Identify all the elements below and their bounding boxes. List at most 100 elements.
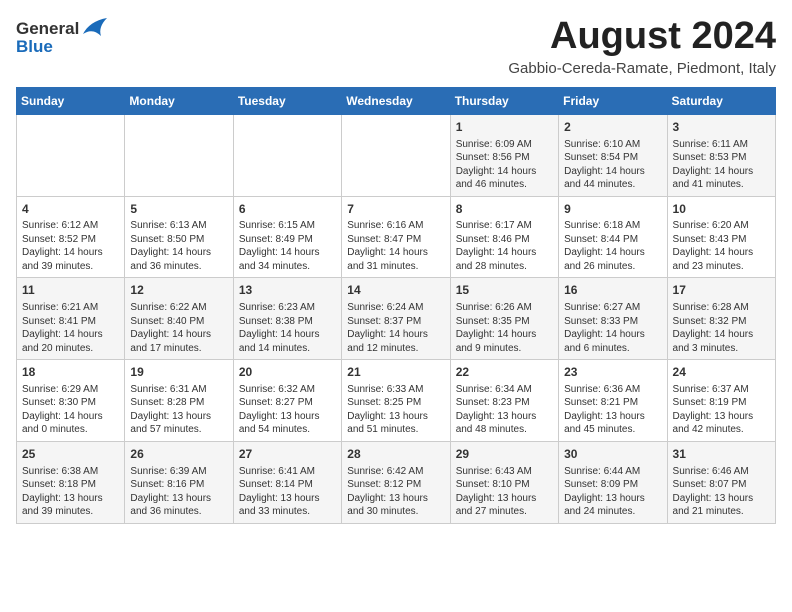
day-content: Sunrise: 6:16 AMSunset: 8:47 PMDaylight:…	[347, 219, 444, 273]
calendar-cell: 26Sunrise: 6:39 AMSunset: 8:16 PMDayligh…	[125, 441, 233, 523]
day-number: 8	[456, 201, 553, 218]
calendar-week-row: 25 Sunrise: 6:38 AMSunset: 8:18 PMDayligh…	[17, 441, 776, 523]
day-content: Sunrise: 6:42 AMSunset: 8:12 PMDaylight:…	[347, 465, 444, 519]
calendar-cell: 31 Sunrise: 6:46 AMSunset: 8:07 PMDayligh…	[667, 441, 775, 523]
logo-blue: Blue	[16, 38, 53, 57]
calendar-cell: 4Sunrise: 6:12 AMSunset: 8:52 PMDaylight…	[17, 196, 125, 278]
location-subtitle: Gabbio-Cereda-Ramate, Piedmont, Italy	[508, 60, 776, 77]
day-content: Sunrise: 6:34 AMSunset: 8:23 PMDaylight:…	[456, 383, 553, 437]
calendar-cell: 6Sunrise: 6:15 AMSunset: 8:49 PMDaylight…	[233, 196, 341, 278]
day-content: Sunrise: 6:18 AMSunset: 8:44 PMDaylight:…	[564, 219, 661, 273]
day-content: Sunrise: 6:39 AMSunset: 8:16 PMDaylight:…	[130, 465, 227, 519]
day-number: 19	[130, 364, 227, 381]
day-number: 28	[347, 446, 444, 463]
day-number: 5	[130, 201, 227, 218]
calendar-week-row: 18 Sunrise: 6:29 AMSunset: 8:30 PMDayligh…	[17, 360, 776, 442]
day-content: Sunrise: 6:12 AMSunset: 8:52 PMDaylight:…	[22, 219, 119, 273]
day-number: 21	[347, 364, 444, 381]
calendar-cell: 1Sunrise: 6:09 AMSunset: 8:56 PMDaylight…	[450, 114, 558, 196]
logo-general: General	[16, 20, 79, 39]
logo: General Blue	[16, 16, 109, 57]
calendar-cell: 15 Sunrise: 6:26 AMSunset: 8:35 PMDayligh…	[450, 278, 558, 360]
calendar-cell: 9Sunrise: 6:18 AMSunset: 8:44 PMDaylight…	[559, 196, 667, 278]
day-content: Sunrise: 6:10 AMSunset: 8:54 PMDaylight:…	[564, 138, 661, 192]
day-number: 10	[673, 201, 770, 218]
calendar-cell: 27Sunrise: 6:41 AMSunset: 8:14 PMDayligh…	[233, 441, 341, 523]
day-content: Sunrise: 6:24 AMSunset: 8:37 PMDaylight:…	[347, 301, 444, 355]
day-number: 24	[673, 364, 770, 381]
calendar-cell: 16Sunrise: 6:27 AMSunset: 8:33 PMDayligh…	[559, 278, 667, 360]
logo-bird-icon	[81, 16, 109, 42]
day-content: Sunrise: 6:41 AMSunset: 8:14 PMDaylight:…	[239, 465, 336, 519]
calendar-cell: 19 Sunrise: 6:31 AMSunset: 8:28 PMDayligh…	[125, 360, 233, 442]
day-number: 31	[673, 446, 770, 463]
day-content: Sunrise: 6:46 AMSunset: 8:07 PMDaylight:…	[673, 465, 770, 519]
day-number: 14	[347, 282, 444, 299]
calendar-cell: 3 Sunrise: 6:11 AMSunset: 8:53 PMDaylight…	[667, 114, 775, 196]
day-number: 2	[564, 119, 661, 136]
header: General Blue August 2024 Gabbio-Cereda-R…	[16, 16, 776, 77]
weekday-header-sunday: Sunday	[17, 87, 125, 114]
day-content: Sunrise: 6:33 AMSunset: 8:25 PMDaylight:…	[347, 383, 444, 437]
weekday-header-monday: Monday	[125, 87, 233, 114]
day-content: Sunrise: 6:17 AMSunset: 8:46 PMDaylight:…	[456, 219, 553, 273]
calendar-cell: 10Sunrise: 6:20 AMSunset: 8:43 PMDayligh…	[667, 196, 775, 278]
day-number: 4	[22, 201, 119, 218]
day-number: 25	[22, 446, 119, 463]
day-number: 23	[564, 364, 661, 381]
day-content: Sunrise: 6:26 AMSunset: 8:35 PMDaylight:…	[456, 301, 553, 355]
day-content: Sunrise: 6:38 AMSunset: 8:18 PMDaylight:…	[22, 465, 119, 519]
calendar-week-row: 1Sunrise: 6:09 AMSunset: 8:56 PMDaylight…	[17, 114, 776, 196]
day-content: Sunrise: 6:20 AMSunset: 8:43 PMDaylight:…	[673, 219, 770, 273]
calendar-cell: 14 Sunrise: 6:24 AMSunset: 8:37 PMDayligh…	[342, 278, 450, 360]
calendar-cell: 2 Sunrise: 6:10 AMSunset: 8:54 PMDaylight…	[559, 114, 667, 196]
day-number: 9	[564, 201, 661, 218]
day-content: Sunrise: 6:37 AMSunset: 8:19 PMDaylight:…	[673, 383, 770, 437]
day-content: Sunrise: 6:36 AMSunset: 8:21 PMDaylight:…	[564, 383, 661, 437]
day-number: 15	[456, 282, 553, 299]
day-content: Sunrise: 6:31 AMSunset: 8:28 PMDaylight:…	[130, 383, 227, 437]
calendar-cell: 28 Sunrise: 6:42 AMSunset: 8:12 PMDayligh…	[342, 441, 450, 523]
month-year-title: August 2024	[508, 16, 776, 58]
day-content: Sunrise: 6:44 AMSunset: 8:09 PMDaylight:…	[564, 465, 661, 519]
day-content: Sunrise: 6:32 AMSunset: 8:27 PMDaylight:…	[239, 383, 336, 437]
weekday-header-wednesday: Wednesday	[342, 87, 450, 114]
calendar-cell: 20Sunrise: 6:32 AMSunset: 8:27 PMDayligh…	[233, 360, 341, 442]
calendar-cell	[17, 114, 125, 196]
day-number: 7	[347, 201, 444, 218]
calendar-cell: 23 Sunrise: 6:36 AMSunset: 8:21 PMDayligh…	[559, 360, 667, 442]
day-number: 17	[673, 282, 770, 299]
day-content: Sunrise: 6:29 AMSunset: 8:30 PMDaylight:…	[22, 383, 119, 437]
day-content: Sunrise: 6:23 AMSunset: 8:38 PMDaylight:…	[239, 301, 336, 355]
weekday-header-thursday: Thursday	[450, 87, 558, 114]
day-content: Sunrise: 6:27 AMSunset: 8:33 PMDaylight:…	[564, 301, 661, 355]
calendar-cell: 22 Sunrise: 6:34 AMSunset: 8:23 PMDayligh…	[450, 360, 558, 442]
calendar-week-row: 11 Sunrise: 6:21 AMSunset: 8:41 PMDayligh…	[17, 278, 776, 360]
day-number: 11	[22, 282, 119, 299]
day-number: 1	[456, 119, 553, 136]
calendar-cell: 11 Sunrise: 6:21 AMSunset: 8:41 PMDayligh…	[17, 278, 125, 360]
calendar-cell	[233, 114, 341, 196]
calendar-cell: 8Sunrise: 6:17 AMSunset: 8:46 PMDaylight…	[450, 196, 558, 278]
calendar-cell	[125, 114, 233, 196]
day-number: 18	[22, 364, 119, 381]
day-number: 22	[456, 364, 553, 381]
day-content: Sunrise: 6:43 AMSunset: 8:10 PMDaylight:…	[456, 465, 553, 519]
day-number: 6	[239, 201, 336, 218]
day-number: 13	[239, 282, 336, 299]
calendar-cell: 17 Sunrise: 6:28 AMSunset: 8:32 PMDayligh…	[667, 278, 775, 360]
calendar-cell: 25 Sunrise: 6:38 AMSunset: 8:18 PMDayligh…	[17, 441, 125, 523]
day-content: Sunrise: 6:11 AMSunset: 8:53 PMDaylight:…	[673, 138, 770, 192]
day-number: 3	[673, 119, 770, 136]
weekday-header-friday: Friday	[559, 87, 667, 114]
day-content: Sunrise: 6:15 AMSunset: 8:49 PMDaylight:…	[239, 219, 336, 273]
calendar-cell: 18 Sunrise: 6:29 AMSunset: 8:30 PMDayligh…	[17, 360, 125, 442]
day-content: Sunrise: 6:28 AMSunset: 8:32 PMDaylight:…	[673, 301, 770, 355]
calendar-cell	[342, 114, 450, 196]
day-number: 12	[130, 282, 227, 299]
calendar-week-row: 4Sunrise: 6:12 AMSunset: 8:52 PMDaylight…	[17, 196, 776, 278]
day-content: Sunrise: 6:22 AMSunset: 8:40 PMDaylight:…	[130, 301, 227, 355]
day-content: Sunrise: 6:21 AMSunset: 8:41 PMDaylight:…	[22, 301, 119, 355]
calendar-table: SundayMondayTuesdayWednesdayThursdayFrid…	[16, 87, 776, 524]
title-area: August 2024 Gabbio-Cereda-Ramate, Piedmo…	[508, 16, 776, 77]
